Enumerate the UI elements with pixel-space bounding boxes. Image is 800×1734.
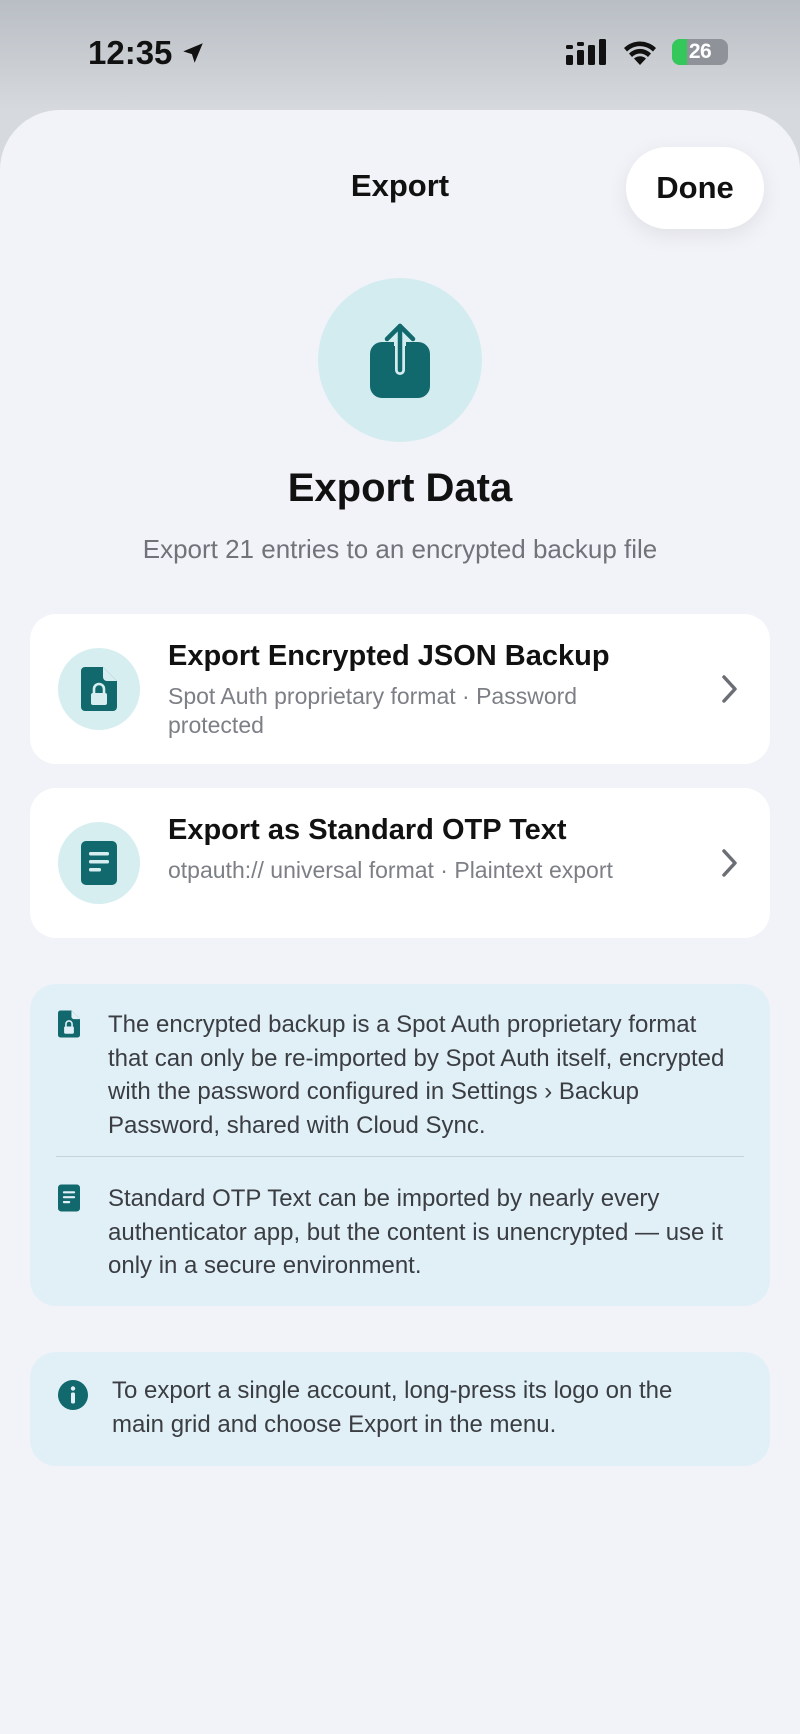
status-time-label: 12:35: [88, 34, 173, 71]
option-subtitle: Spot Auth proprietary format · Password …: [168, 683, 578, 738]
tip-text: To export a single account, long-press i…: [112, 1377, 673, 1438]
export-sheet: Export Done Export Data Export 21 entrie…: [0, 110, 800, 1734]
lock-document-icon: [81, 667, 117, 711]
option-icon-circle: [58, 648, 140, 730]
single-account-tip-card: To export a single account, long-press i…: [30, 1352, 770, 1466]
note-text: The encrypted backup is a Spot Auth prop…: [108, 1011, 725, 1139]
info-icon: [58, 1380, 88, 1410]
done-button[interactable]: Done: [626, 147, 764, 229]
note-text: Standard OTP Text can be imported by nea…: [108, 1185, 724, 1279]
hero-title: Export Data: [287, 466, 513, 510]
status-time: 12:35: [88, 34, 206, 72]
cellular-signal-icon: [566, 39, 606, 65]
option-subtitle: otpauth:// universal format · Plaintext …: [168, 857, 613, 883]
chevron-right-icon: [722, 849, 737, 877]
option-title: Export as Standard OTP Text: [168, 814, 567, 846]
status-bar: 12:35 26: [0, 0, 800, 108]
hero-subtitle: Export 21 entries to an encrypted backup…: [142, 534, 658, 564]
share-export-icon: [370, 321, 430, 398]
battery-percentage: 26: [688, 40, 712, 63]
wifi-icon: [624, 41, 656, 65]
text-document-icon: [81, 841, 117, 885]
status-indicators: 26: [566, 38, 728, 66]
chevron-right-icon: [722, 675, 737, 703]
option-title: Export Encrypted JSON Backup: [168, 640, 610, 672]
export-info-card: The encrypted backup is a Spot Auth prop…: [30, 984, 770, 1306]
lock-document-icon: [58, 1010, 80, 1038]
text-document-icon: [58, 1184, 80, 1212]
battery-indicator: 26: [672, 39, 728, 65]
export-encrypted-json-option[interactable]: Export Encrypted JSON Backup Spot Auth p…: [30, 614, 770, 764]
note-divider: [56, 1156, 744, 1157]
export-otp-text-option[interactable]: Export as Standard OTP Text otpauth:// u…: [30, 788, 770, 938]
hero-icon-circle: [318, 278, 482, 442]
location-arrow-icon: [183, 43, 204, 63]
battery-level-fill: [672, 39, 687, 65]
option-icon-circle: [58, 822, 140, 904]
